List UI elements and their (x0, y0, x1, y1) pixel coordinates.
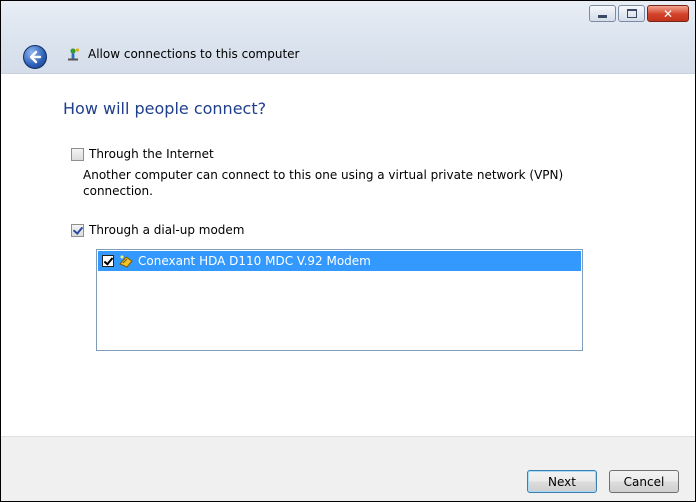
minimize-button[interactable] (589, 5, 616, 22)
dialup-option[interactable]: Through a dial-up modem (71, 223, 244, 237)
maximize-button[interactable] (618, 5, 645, 22)
modem-icon (119, 255, 133, 268)
dialup-option-label: Through a dial-up modem (89, 223, 245, 237)
list-item[interactable]: Conexant HDA D110 MDC V.92 Modem (98, 251, 581, 271)
wizard-window: ✕ Allow connections to this computer How… (0, 0, 696, 502)
wizard-content: How will people connect? Through the Int… (1, 74, 695, 436)
window-controls: ✕ (589, 5, 689, 22)
button-bar: Next Cancel (1, 436, 695, 501)
title-bar: ✕ Allow connections to this computer (1, 1, 695, 74)
maximize-icon (626, 9, 637, 18)
cancel-button[interactable]: Cancel (609, 470, 679, 493)
back-button[interactable] (23, 45, 47, 69)
dialup-checkbox[interactable] (71, 223, 84, 237)
close-button[interactable]: ✕ (647, 5, 689, 22)
window-title: Allow connections to this computer (88, 47, 300, 61)
network-icon (68, 48, 80, 61)
internet-option-label: Through the Internet (89, 147, 214, 161)
internet-checkbox[interactable] (71, 147, 84, 161)
back-arrow-icon (29, 50, 42, 64)
close-icon: ✕ (662, 6, 674, 21)
page-heading: How will people connect? (63, 99, 267, 118)
minimize-icon (598, 14, 607, 18)
modem-checkbox[interactable] (102, 255, 114, 267)
modem-label: Conexant HDA D110 MDC V.92 Modem (138, 254, 371, 268)
next-button[interactable]: Next (527, 470, 597, 493)
modem-list[interactable]: Conexant HDA D110 MDC V.92 Modem (96, 249, 583, 351)
internet-option[interactable]: Through the Internet (71, 147, 214, 161)
internet-option-description: Another computer can connect to this one… (83, 168, 564, 198)
